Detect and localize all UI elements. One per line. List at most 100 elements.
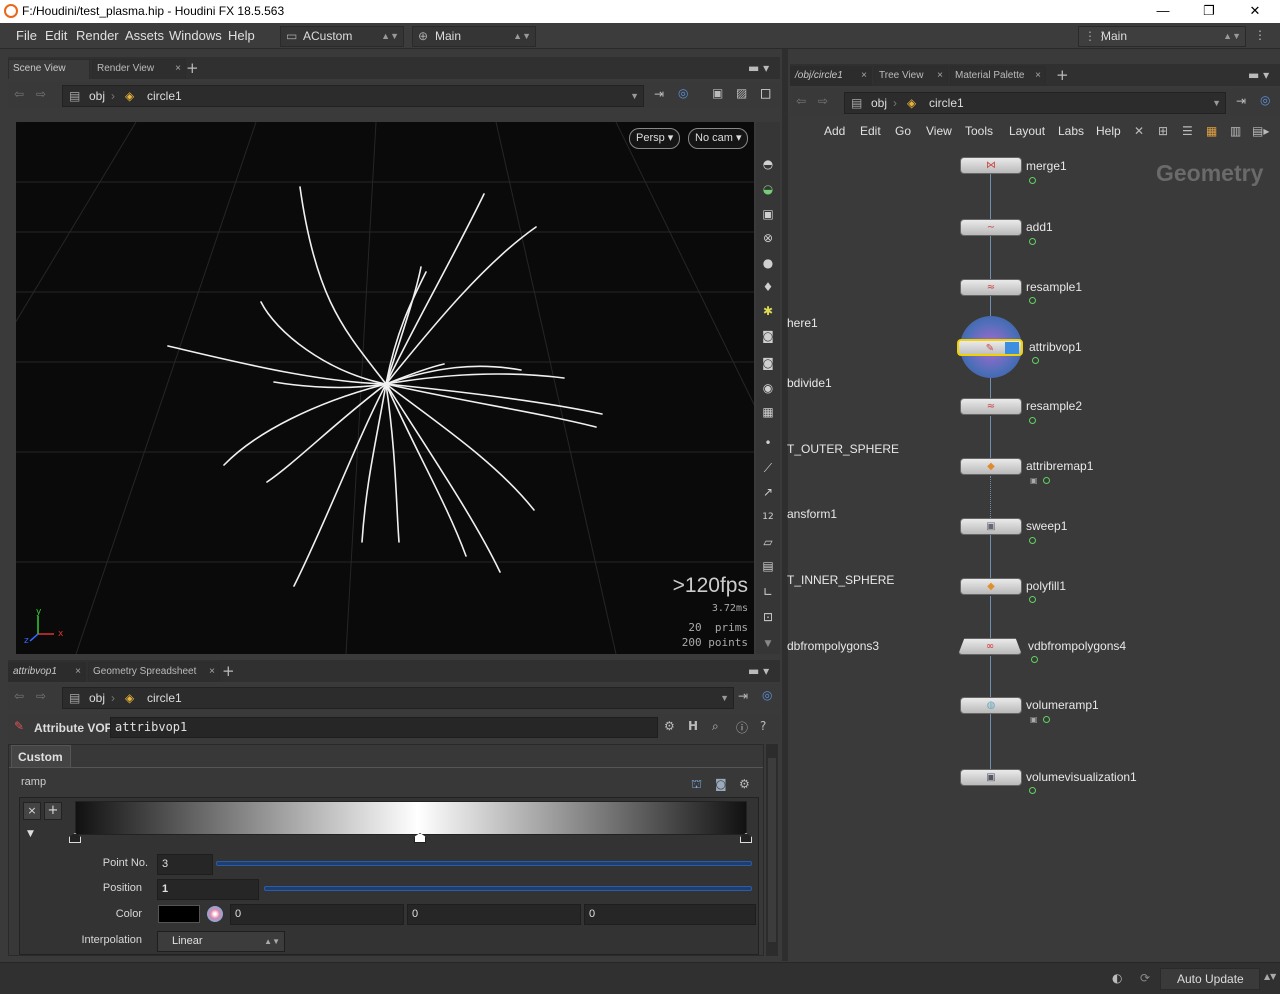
chevron-down-icon[interactable]: ▼ [1212,93,1221,113]
node-polyfill1[interactable]: ◆ [960,578,1022,595]
point-display-icon[interactable]: • [760,435,776,451]
path-root[interactable]: obj [89,86,105,106]
display-flag-icon[interactable] [1029,238,1036,245]
chevron-updown-icon[interactable]: ▲▼ [1264,972,1276,981]
path-root[interactable]: obj [89,688,105,708]
snapshot-icon[interactable]: ◙ [760,328,776,344]
chat-icon[interactable]: ◐ [1112,971,1122,985]
point-numbers-icon[interactable]: 12 [760,509,776,525]
desktop-select[interactable]: ▭ ACustom ▲▼ [280,26,404,47]
path-node[interactable]: circle1 [929,93,964,113]
minimize-button[interactable]: — [1140,1,1186,21]
houdini-help-icon[interactable]: H [688,719,698,733]
display-cube-icon[interactable]: ▣ [712,86,723,100]
network-menu-layout[interactable]: Layout [1009,124,1045,138]
close-tab-icon[interactable]: × [861,67,867,85]
display-flag-icon[interactable] [1029,537,1036,544]
close-tab-icon[interactable]: × [1035,67,1041,85]
network-menu-edit[interactable]: Edit [860,124,881,138]
list-view-icon[interactable]: ☰ [1182,124,1193,138]
ramp-gradient[interactable] [75,801,747,835]
menu-windows[interactable]: Windows [169,28,222,43]
tree-icon[interactable]: ⊞ [1158,124,1168,138]
bounding-box-icon[interactable]: ⊡ [760,609,776,625]
node-sweep1[interactable]: ▣ [960,518,1022,535]
pane-menu-icon[interactable]: ▬ ▾ [748,61,769,75]
lock-camera-icon[interactable]: ▣ [760,206,776,222]
link-icon[interactable]: ◎ [678,86,688,100]
gear-icon[interactable]: ⚙ [664,719,675,733]
node-add1[interactable]: ∼ [960,219,1022,236]
template-icon[interactable]: ▤ [760,558,776,574]
pane-menu-icon[interactable]: ▬ ▾ [748,664,769,678]
help-icon[interactable]: ? [760,719,766,733]
close-button[interactable]: ✕ [1232,1,1278,21]
add-point-button[interactable]: + [44,802,62,820]
add-tab-icon[interactable]: + [1056,66,1069,84]
pin-icon[interactable]: ⇥ [738,689,748,703]
network-menu-go[interactable]: Go [895,124,911,138]
display-flag-icon[interactable] [1043,716,1050,723]
menu-render[interactable]: Render [76,28,119,43]
display-flag-icon[interactable] [1032,357,1039,364]
close-tab-icon[interactable]: × [75,663,81,681]
forward-arrow-icon[interactable]: ⇨ [36,87,46,101]
camera-menu-button[interactable]: No cam ▾ [688,128,749,149]
node-resample2[interactable]: ≈ [960,398,1022,415]
back-arrow-icon[interactable]: ⇦ [14,689,24,703]
node-attribvop1[interactable]: ✎ [957,339,1023,356]
display-flag-icon[interactable] [1031,656,1038,663]
network-path-field[interactable]: ▤ obj › ◈ circle1 ▼ [844,92,1226,114]
measure-icon[interactable]: ∟ [760,584,776,600]
scrollbar-track[interactable] [768,758,776,942]
display-flag-icon[interactable] [1029,787,1036,794]
restore-button[interactable]: ❐ [1186,1,1232,21]
menu-more-icon[interactable]: ⋮ [1254,28,1266,42]
forward-arrow-icon[interactable]: ⇨ [818,94,828,108]
menu-assets[interactable]: Assets [125,28,164,43]
tab-tree-view[interactable]: Tree View × [874,66,948,86]
right-shelf-select[interactable]: ⋮⋮ Main ▲▼ [1078,26,1246,47]
chevron-down-icon[interactable]: ▼ [720,688,729,708]
pin-icon[interactable]: ⇥ [654,87,664,101]
network-menu-view[interactable]: View [926,124,952,138]
scene-path-field[interactable]: ▤ obj › ◈ circle1 ▼ [62,85,644,107]
add-tab-icon[interactable]: + [186,59,199,77]
headlight-icon[interactable]: ✱ [760,303,776,319]
color-swatch[interactable] [158,905,200,923]
menu-help[interactable]: Help [228,28,255,43]
tab-geometry-spreadsheet[interactable]: Geometry Spreadsheet × [88,662,220,682]
info-icon[interactable]: ⓘ [736,719,748,736]
menu-edit[interactable]: Edit [45,28,67,43]
back-arrow-icon[interactable]: ⇦ [796,94,806,108]
more-tools-icon[interactable]: ▤▸ [1252,124,1269,138]
forward-arrow-icon[interactable]: ⇨ [36,689,46,703]
tab-scene-view[interactable]: Scene View [8,59,90,79]
params-path-field[interactable]: ▤ obj › ◈ circle1 ▼ [62,687,734,709]
ghost-icon[interactable]: ◒ [760,181,776,197]
position-slider[interactable] [264,886,752,891]
node-resample1[interactable]: ≈ [960,279,1022,296]
tab-render-view[interactable]: Render View × [92,59,186,79]
point-no-field[interactable]: 3 [157,854,213,875]
prim-display-icon[interactable]: ▱ [760,534,776,550]
close-tab-icon[interactable]: × [937,67,943,85]
display-flag-icon[interactable] [1029,177,1036,184]
light-icon[interactable]: ♦ [760,279,776,295]
path-node[interactable]: circle1 [147,86,182,106]
network-editor[interactable] [790,146,1280,960]
position-field[interactable]: 1 [157,879,259,900]
node-merge1[interactable]: ⋈ [960,157,1022,174]
display-options-icon[interactable]: ◓ [760,156,776,172]
network-menu-labs[interactable]: Labs [1058,124,1084,138]
wrench-icon[interactable]: ✕ [1134,124,1144,138]
remove-point-button[interactable]: × [23,802,41,820]
node-volumevisualization1[interactable]: ▣ [960,769,1022,786]
link-icon[interactable]: ◎ [762,688,772,702]
pin-icon[interactable]: ⇥ [1236,94,1246,108]
color-b-field[interactable]: 0 [584,904,756,925]
network-menu-add[interactable]: Add [824,124,845,138]
interpolation-select[interactable]: Linear ▲▼ [157,931,285,952]
tab-material-palette[interactable]: Material Palette × [950,66,1046,86]
render-region-icon[interactable]: ▦ [760,404,776,420]
